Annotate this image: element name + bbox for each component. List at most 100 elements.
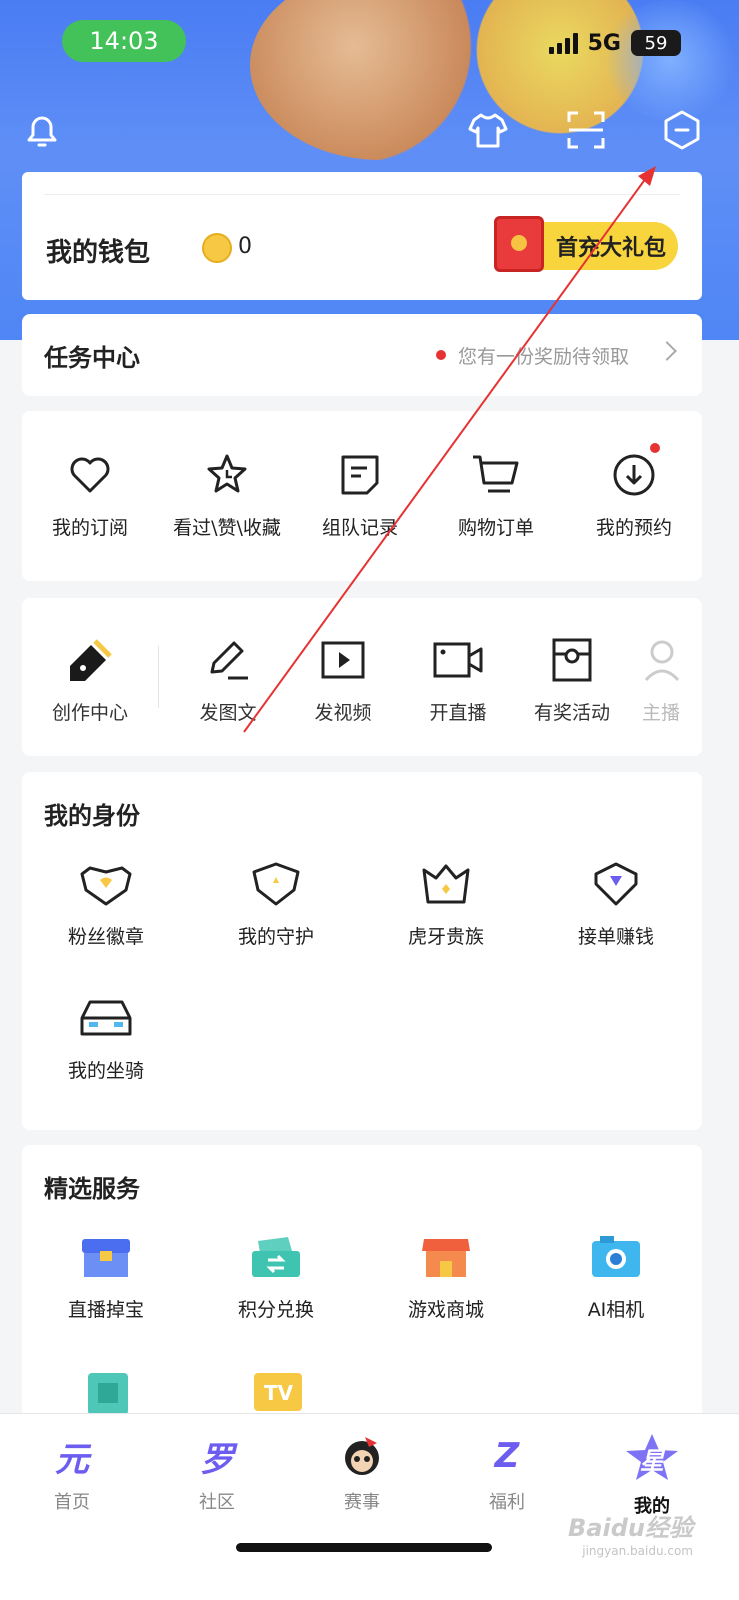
- game-store-button[interactable]: 游戏商城: [396, 1233, 496, 1322]
- tab-me[interactable]: 星 我的: [592, 1432, 712, 1518]
- tab-home[interactable]: 元 首页: [12, 1432, 132, 1514]
- star-clock-icon: [207, 454, 247, 493]
- identity-item-label: 虎牙贵族: [407, 926, 484, 948]
- wallet-title: 我的钱包: [46, 238, 151, 268]
- mount-button[interactable]: 我的坐骑: [56, 994, 156, 1083]
- tshirt-icon[interactable]: [466, 108, 510, 152]
- heart-icon: [70, 457, 110, 493]
- tv-icon[interactable]: TV: [250, 1369, 306, 1415]
- welfare-tab-icon: Z: [494, 1436, 520, 1476]
- tab-label: 福利: [489, 1492, 525, 1513]
- settings-hex-icon[interactable]: [660, 108, 704, 152]
- treasure-chest-icon: [82, 1239, 130, 1277]
- coin-icon: [202, 233, 232, 263]
- task-center-row[interactable]: 任务中心 您有一份奖励待领取: [22, 314, 702, 396]
- post-image-text-button[interactable]: 发图文: [180, 636, 276, 725]
- creator-center-button[interactable]: 创作中心: [42, 636, 138, 725]
- tab-label: 首页: [54, 1492, 90, 1513]
- creator-item-label: 开直播: [429, 702, 487, 724]
- quick-item-orders[interactable]: 购物订单: [448, 451, 544, 540]
- tab-welfare[interactable]: Z 福利: [447, 1432, 567, 1514]
- services-section: 精选服务 直播掉宝 积分兑换 游戏商城 AI相机 TV: [22, 1145, 702, 1425]
- status-time: 14:03: [62, 20, 186, 62]
- download-icon: [613, 454, 655, 496]
- quick-item-label: 我的预约: [595, 517, 672, 539]
- creator-item-label: 创作中心: [51, 702, 128, 724]
- service-item-label: 积分兑换: [237, 1299, 314, 1321]
- creator-actions-card: 创作中心 发图文 发视频 开直播 有奖活动 主播: [22, 598, 702, 756]
- ai-camera-icon: [592, 1236, 640, 1277]
- camera-icon: [433, 642, 483, 678]
- events-tab-icon: [338, 1432, 386, 1480]
- task-center-title: 任务中心: [44, 344, 140, 372]
- quick-item-label: 看过\赞\收藏: [173, 517, 281, 539]
- identity-item-label: 我的坐骑: [67, 1060, 144, 1082]
- quick-item-label: 我的订阅: [51, 517, 128, 539]
- creator-item-label: 主播: [642, 702, 681, 724]
- streamer-button[interactable]: 主播: [642, 636, 702, 725]
- service-item-label: AI相机: [587, 1299, 645, 1321]
- section-title: 我的身份: [44, 802, 140, 830]
- edit-icon: [210, 641, 248, 680]
- prize-activity-button[interactable]: 有奖活动: [524, 636, 620, 725]
- gift-label: 首充大礼包: [556, 236, 667, 261]
- crown-icon: [422, 864, 470, 904]
- service-item-label: 直播掉宝: [67, 1299, 144, 1321]
- quick-item-reservation[interactable]: 我的预约: [586, 451, 682, 540]
- header-illustration: [600, 0, 739, 120]
- live-drop-button[interactable]: 直播掉宝: [56, 1233, 156, 1322]
- scan-icon[interactable]: [564, 108, 608, 152]
- ai-camera-button[interactable]: AI相机: [566, 1233, 666, 1322]
- fan-badge-icon: [80, 866, 132, 906]
- calendar-icon[interactable]: [84, 1369, 132, 1415]
- points-exchange-button[interactable]: 积分兑换: [226, 1233, 326, 1322]
- coin-balance: 0: [238, 234, 252, 259]
- tab-community[interactable]: 罗 社区: [157, 1432, 277, 1514]
- chevron-right-icon: [657, 341, 677, 361]
- note-icon: [341, 455, 379, 495]
- notification-dot: [436, 350, 446, 360]
- community-tab-icon: 罗: [200, 1439, 234, 1480]
- prize-icon: [552, 638, 592, 682]
- creator-item-label: 发图文: [199, 702, 257, 724]
- pen-nib-icon: [70, 639, 112, 681]
- play-icon: [321, 641, 365, 679]
- tab-events[interactable]: 赛事: [302, 1432, 422, 1514]
- quick-item-label: 组队记录: [321, 517, 398, 539]
- quick-item-history[interactable]: 看过\赞\收藏: [160, 451, 294, 540]
- task-reward-hint: 您有一份奖励待领取: [458, 346, 630, 368]
- identity-item-label: 接单赚钱: [577, 926, 654, 948]
- tab-label: 赛事: [344, 1492, 380, 1513]
- wallet-card[interactable]: 我的钱包 0 首充大礼包: [22, 172, 702, 300]
- watermark-url: jingyan.baidu.com: [582, 1544, 693, 1558]
- exchange-icon: [252, 1237, 300, 1277]
- post-video-button[interactable]: 发视频: [295, 636, 391, 725]
- service-item-label: 游戏商城: [407, 1299, 484, 1321]
- red-envelope-icon: [494, 216, 544, 272]
- quick-actions-card: 我的订阅 看过\赞\收藏 组队记录 购物订单 我的预约: [22, 411, 702, 581]
- earn-orders-button[interactable]: 接单赚钱: [566, 860, 666, 949]
- bell-icon[interactable]: [20, 108, 64, 152]
- tab-label: 社区: [199, 1492, 235, 1513]
- gem-badge-icon: [594, 862, 638, 906]
- go-live-button[interactable]: 开直播: [410, 636, 506, 725]
- car-icon: [80, 1000, 132, 1036]
- fan-badge-button[interactable]: 粉丝徽章: [56, 860, 156, 949]
- identity-section: 我的身份 粉丝徽章 我的守护 虎牙贵族 接单赚钱 我的坐骑: [22, 772, 702, 1130]
- divider: [44, 194, 680, 195]
- shield-icon: [252, 862, 300, 906]
- svg-text:TV: TV: [264, 1381, 294, 1405]
- quick-item-team[interactable]: 组队记录: [312, 451, 408, 540]
- divider: [158, 646, 159, 708]
- quick-item-subscription[interactable]: 我的订阅: [42, 451, 138, 540]
- battery-icon: 59: [631, 30, 681, 56]
- me-tab-glyph: 星: [640, 1446, 664, 1475]
- person-icon: [644, 640, 680, 682]
- nobility-button[interactable]: 虎牙贵族: [396, 860, 496, 949]
- guardian-button[interactable]: 我的守护: [226, 860, 326, 949]
- signal-icon: [548, 32, 578, 54]
- cart-icon: [473, 455, 519, 493]
- first-recharge-gift-button[interactable]: 首充大礼包: [494, 216, 678, 272]
- creator-item-label: 有奖活动: [533, 702, 610, 724]
- notification-dot: [650, 443, 660, 453]
